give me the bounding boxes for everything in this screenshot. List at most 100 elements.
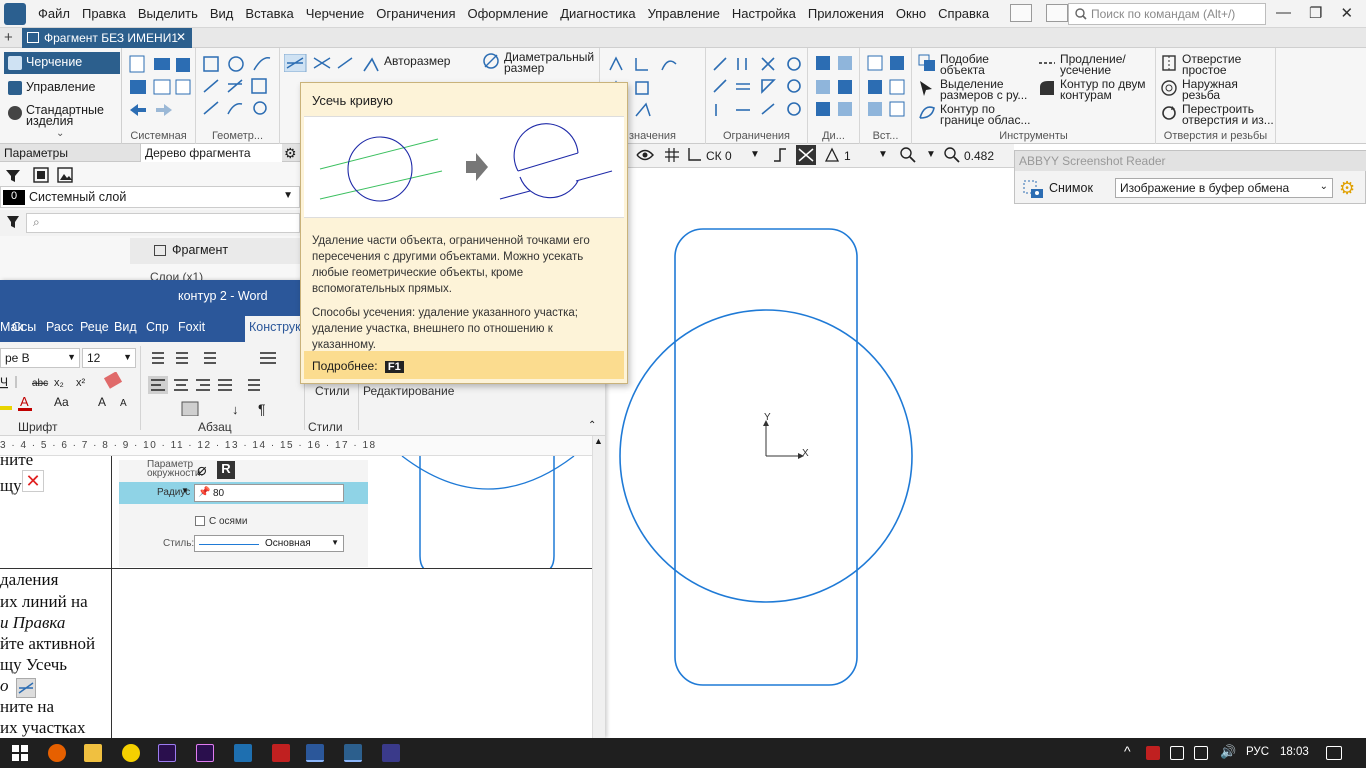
simple-hole-button[interactable]: Отверстие простое xyxy=(1162,53,1272,76)
geometry-tools-icons[interactable] xyxy=(202,54,276,118)
menu-help[interactable]: Справка xyxy=(932,6,995,21)
tab-parameters[interactable]: Параметры xyxy=(4,146,68,160)
font-size-select[interactable]: 12 ▼ xyxy=(82,348,136,368)
font-format-icons[interactable]: Ч abc x₂ x² A Aa A A xyxy=(0,372,136,414)
coord-system-select[interactable]: СК 0 xyxy=(706,149,732,163)
chevron-down-icon[interactable]: ▼ xyxy=(926,149,936,160)
zoom-level[interactable]: 0.482 xyxy=(964,149,994,163)
zoom-in-icon[interactable] xyxy=(944,147,960,163)
select-dims-button[interactable]: Выделение размеров с ру... xyxy=(920,78,1034,101)
word-tab-help[interactable]: Спр xyxy=(146,320,169,334)
file-explorer-icon[interactable] xyxy=(84,744,102,762)
notifications-icon[interactable] xyxy=(1326,746,1342,760)
nav-standard-parts[interactable]: Стандартные изделия xyxy=(4,102,120,128)
menu-settings[interactable]: Настройка xyxy=(726,6,802,21)
coord-system-icon[interactable] xyxy=(686,147,702,163)
similarity-button[interactable]: Подобие объекта xyxy=(918,53,1030,76)
collapse-ribbon-icon[interactable]: ⌃ xyxy=(588,420,596,431)
chevron-up-icon[interactable]: ^ xyxy=(1124,743,1131,759)
layer-icon[interactable] xyxy=(824,147,840,163)
nav-drawing[interactable]: Черчение xyxy=(4,52,120,74)
constraint-tools-icons[interactable] xyxy=(712,54,804,118)
gear-icon[interactable]: ⚙ xyxy=(1339,178,1355,199)
snapshot-target-select[interactable]: Изображение в буфер обмена ⌄ xyxy=(1115,178,1333,198)
menu-manage[interactable]: Управление xyxy=(642,6,726,21)
menu-edit[interactable]: Правка xyxy=(76,6,132,21)
tree-toolbar-icons[interactable] xyxy=(4,166,76,184)
menu-drawing[interactable]: Черчение xyxy=(300,6,371,21)
rounded-rectangle[interactable] xyxy=(674,228,858,686)
expand-icon[interactable]: ⌄ xyxy=(56,128,64,139)
close-icon[interactable]: ✕ xyxy=(1340,4,1353,22)
camera-icon[interactable] xyxy=(1023,179,1045,199)
gear-icon[interactable]: ⚙ xyxy=(284,145,297,162)
grid-icon[interactable] xyxy=(664,147,680,163)
app-red-icon[interactable] xyxy=(272,744,290,762)
word-tab-review[interactable]: Реце xyxy=(80,320,109,334)
app-icon[interactable] xyxy=(122,744,140,762)
tree-search-input[interactable]: ⌕ xyxy=(26,213,300,233)
word-scrollbar[interactable]: ▲ xyxy=(592,436,605,738)
layer-select[interactable]: 0 Системный слой ▼ xyxy=(0,186,300,208)
word-tab-foxit[interactable]: Foxit xyxy=(178,320,205,334)
language-indicator[interactable]: РУС xyxy=(1246,746,1269,758)
menu-constraints[interactable]: Ограничения xyxy=(370,6,461,21)
close-tab-icon[interactable]: ✕ xyxy=(176,30,186,44)
windows-start-icon[interactable] xyxy=(12,745,28,761)
menu-insert[interactable]: Вставка xyxy=(239,6,299,21)
visio-icon[interactable] xyxy=(234,744,252,762)
trim-curve-tool-icons[interactable] xyxy=(284,54,354,72)
menu-select[interactable]: Выделить xyxy=(132,6,204,21)
after-effects-icon[interactable] xyxy=(158,744,176,762)
battery-icon[interactable] xyxy=(1170,746,1184,760)
firefox-icon[interactable] xyxy=(48,744,66,762)
scroll-up-icon[interactable]: ▲ xyxy=(594,436,603,446)
premiere-icon[interactable] xyxy=(196,744,214,762)
editing-button[interactable]: Редактирование xyxy=(363,384,454,398)
autosize-button[interactable]: Авторазмер xyxy=(363,55,450,72)
word-tab-design[interactable]: Конструк xyxy=(245,316,305,342)
word-icon[interactable] xyxy=(306,744,324,762)
drawing-canvas[interactable] xyxy=(612,168,1366,738)
diagnostic-tools-icons[interactable] xyxy=(814,54,856,118)
nav-manage[interactable]: Управление xyxy=(4,77,120,99)
styles-button[interactable]: Стили xyxy=(315,384,350,398)
chevron-down-icon[interactable]: ▼ xyxy=(750,149,760,160)
menu-apps[interactable]: Приложения xyxy=(802,6,890,21)
tray-icon[interactable] xyxy=(1146,746,1160,760)
contour-two-button[interactable]: Контур по двум контурам xyxy=(1040,78,1150,101)
tab-fragment-tree[interactable]: Дерево фрагмента xyxy=(140,144,282,162)
kompas-icon[interactable] xyxy=(344,744,362,762)
font-name-select[interactable]: ре В ▼ xyxy=(0,348,80,368)
rebuild-holes-button[interactable]: Перестроить отверстия и из... xyxy=(1162,103,1276,126)
layout-icon-2[interactable] xyxy=(1046,4,1068,22)
document-tab[interactable]: Фрагмент БЕЗ ИМЕНИ1 ✕ xyxy=(22,28,192,48)
word-tab-view[interactable]: Вид xyxy=(114,320,137,334)
filter-icon[interactable] xyxy=(6,215,20,229)
insert-tools-icons[interactable] xyxy=(866,54,908,118)
menu-file[interactable]: Файл xyxy=(32,6,76,21)
thread-button[interactable]: Наружная резьба xyxy=(1161,78,1272,101)
volume-icon[interactable]: 🔊 xyxy=(1220,744,1236,760)
ortho-icon[interactable] xyxy=(772,147,788,163)
menu-design[interactable]: Оформление xyxy=(462,6,555,21)
eye-icon[interactable] xyxy=(636,147,654,163)
zoom-icon[interactable] xyxy=(900,147,916,163)
abbyy-icon[interactable] xyxy=(382,744,400,762)
command-search-input[interactable]: Поиск по командам (Alt+/) xyxy=(1068,3,1266,25)
network-icon[interactable] xyxy=(1194,746,1208,760)
chevron-down-icon[interactable]: ▼ xyxy=(878,149,888,160)
tree-item-fragment[interactable]: Фрагмент xyxy=(130,238,300,264)
maximize-icon[interactable]: ❐ xyxy=(1309,4,1322,22)
new-tab-icon[interactable]: + xyxy=(4,29,13,46)
word-tab-mail[interactable]: Расс xyxy=(46,320,73,334)
menu-window[interactable]: Окно xyxy=(890,6,932,21)
layout-icon[interactable] xyxy=(1010,4,1032,22)
snap-icon[interactable] xyxy=(796,145,816,165)
layer-number[interactable]: 1 xyxy=(844,149,851,163)
menu-diagnostics[interactable]: Диагностика xyxy=(554,6,641,21)
system-tools-icons[interactable] xyxy=(128,54,192,118)
diameter-size-button[interactable]: Диаметральный размер xyxy=(483,51,604,74)
word-tab-ref[interactable]: Ссы xyxy=(12,320,36,334)
paragraph-format-icons[interactable]: ↓ ¶ xyxy=(148,350,298,416)
